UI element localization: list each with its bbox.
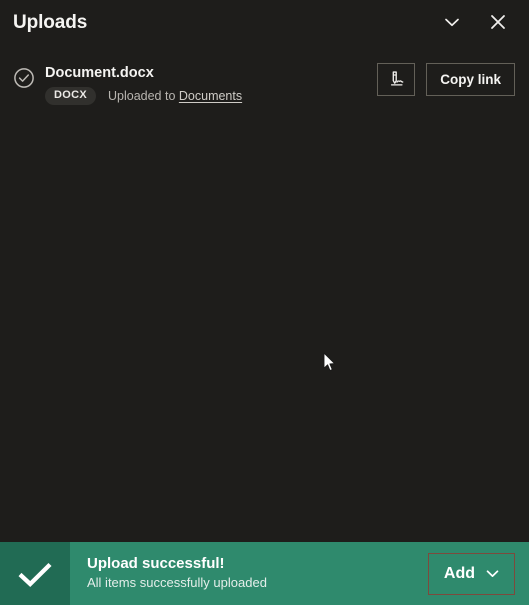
add-button[interactable]: Add <box>427 552 515 595</box>
file-name: Document.docx <box>45 65 154 81</box>
file-meta: DOCX Uploaded to Documents <box>45 87 377 106</box>
collapse-button[interactable] <box>435 5 469 39</box>
file-info: Document.docx DOCX Uploaded to Documents <box>45 60 377 106</box>
mouse-cursor <box>323 352 337 373</box>
check-circle-icon <box>13 67 35 89</box>
chevron-down-icon <box>484 565 501 582</box>
pen-signature-icon <box>386 69 407 90</box>
row-actions: Copy link <box>377 63 515 96</box>
chevron-down-icon <box>441 11 463 33</box>
uploads-panel: Uploads Document.docx DOCX Uploaded to D… <box>0 0 529 605</box>
status-banner: Upload successful! All items successfull… <box>0 542 529 605</box>
file-type-badge: DOCX <box>45 87 96 106</box>
destination-folder-link[interactable]: Documents <box>179 89 242 103</box>
panel-header: Uploads <box>0 0 529 44</box>
request-signature-button[interactable] <box>377 63 416 96</box>
banner-text: Upload successful! All items successfull… <box>70 555 428 593</box>
copy-link-button[interactable]: Copy link <box>426 63 515 96</box>
close-icon <box>487 11 509 33</box>
upload-list-item: Document.docx DOCX Uploaded to Documents <box>0 60 529 118</box>
close-button[interactable] <box>481 5 515 39</box>
banner-icon-strip <box>0 542 70 605</box>
banner-action: Add <box>427 552 515 595</box>
banner-subtitle: All items successfully uploaded <box>87 575 267 591</box>
uploaded-to-label: Uploaded to <box>107 88 176 103</box>
upload-destination-text: Uploaded to Documents <box>108 90 242 103</box>
add-button-label: Add <box>443 564 475 582</box>
page-title: Uploads <box>13 11 88 33</box>
banner-title: Upload successful! <box>87 554 225 572</box>
checkmark-icon <box>15 558 55 590</box>
